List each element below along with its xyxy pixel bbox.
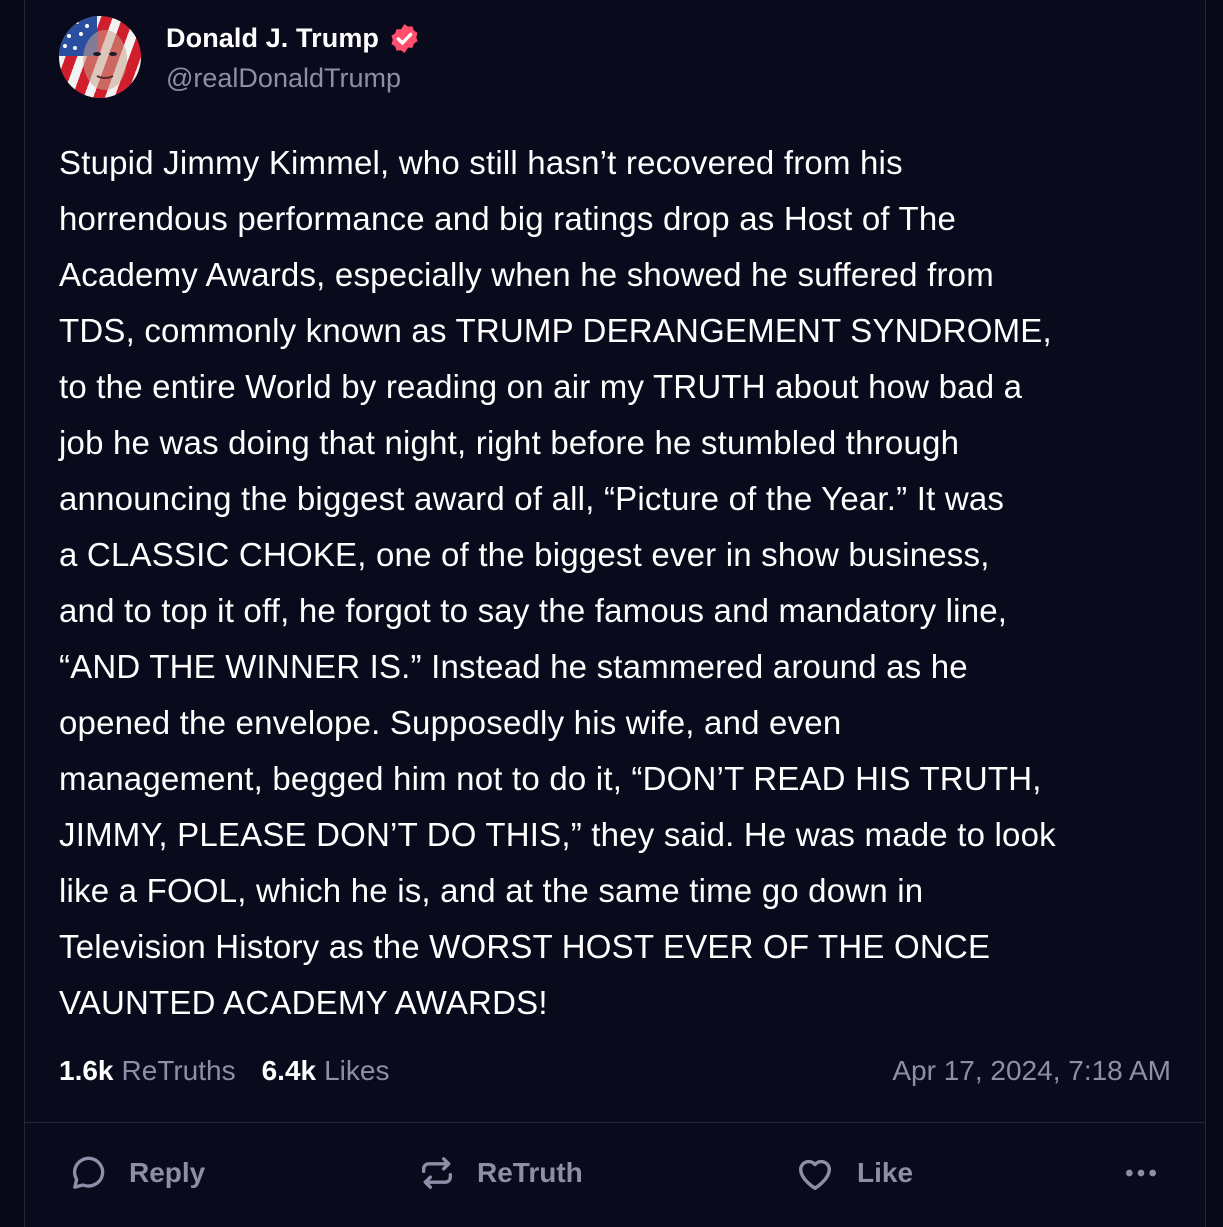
chat-bubble-icon <box>72 1156 105 1189</box>
reply-label: Reply <box>129 1157 206 1188</box>
post-line: VAUNTED ACADEMY AWARDS! <box>59 984 548 1021</box>
like-label: Like <box>857 1157 914 1188</box>
post-card: Donald J. Trump @realDonaldTrump Stupid … <box>24 0 1206 1227</box>
more-dots-icon <box>1126 1169 1156 1177</box>
post-line: announcing the biggest award of all, “Pi… <box>59 480 1005 517</box>
post-header: Donald J. Trump @realDonaldTrump <box>59 16 421 98</box>
name-row: Donald J. Trump <box>166 20 421 56</box>
post-body: Stupid Jimmy Kimmel, who still hasn’t re… <box>59 135 1183 1031</box>
post-line: “AND THE WINNER IS.” Instead he stammere… <box>59 648 968 685</box>
likes-count: 6.4k <box>261 1055 317 1086</box>
post-line: horrendous performance and big ratings d… <box>59 200 957 237</box>
action-bar: Reply ReTruth Like <box>25 1146 1205 1200</box>
post-line: job he was doing that night, right befor… <box>59 424 960 461</box>
post-line: Television History as the WORST HOST EVE… <box>59 928 991 965</box>
post-line: Stupid Jimmy Kimmel, who still hasn’t re… <box>59 144 903 181</box>
avatar-image <box>59 16 127 90</box>
post-line: and to top it off, he forgot to say the … <box>59 592 1008 629</box>
author-names: Donald J. Trump @realDonaldTrump <box>166 20 421 94</box>
more-options-button[interactable] <box>1121 1146 1181 1200</box>
verified-badge-icon <box>391 23 418 53</box>
retruths-stat[interactable]: 1.6k ReTruths <box>59 1055 236 1087</box>
retruths-label: ReTruths <box>121 1055 236 1086</box>
divider <box>25 1122 1205 1123</box>
post-line: TDS, commonly known as TRUMP DERANGEMENT… <box>59 312 1052 349</box>
post-line: to the entire World by reading on air my… <box>59 368 1023 405</box>
avatar[interactable] <box>59 16 141 98</box>
author-display-name[interactable]: Donald J. Trump <box>166 23 379 54</box>
post-line: JIMMY, PLEASE DON’T DO THIS,” they said.… <box>59 816 1056 853</box>
heart-icon <box>798 1159 832 1190</box>
likes-label: Likes <box>324 1055 390 1086</box>
post-line: opened the envelope. Supposedly his wife… <box>59 704 842 741</box>
retruths-count: 1.6k <box>59 1055 114 1086</box>
retruth-button[interactable]: ReTruth <box>417 1146 583 1200</box>
repost-arrows-icon <box>422 1157 452 1189</box>
post-line: a CLASSIC CHOKE, one of the biggest ever… <box>59 536 990 573</box>
post-stats: 1.6k ReTruths 6.4k Likes <box>59 1055 389 1087</box>
like-button[interactable]: Like <box>793 1146 913 1200</box>
author-handle[interactable]: @realDonaldTrump <box>166 63 421 94</box>
reply-button[interactable]: Reply <box>69 1146 205 1200</box>
retruth-label: ReTruth <box>477 1157 583 1188</box>
post-line: Academy Awards, especially when he showe… <box>59 256 994 293</box>
likes-stat[interactable]: 6.4k Likes <box>262 1055 390 1087</box>
post-line: management, begged him not to do it, “DO… <box>59 760 1042 797</box>
post-line: like a FOOL, which he is, and at the sam… <box>59 872 924 909</box>
post-timestamp[interactable]: Apr 17, 2024, 7:18 AM <box>892 1055 1171 1087</box>
